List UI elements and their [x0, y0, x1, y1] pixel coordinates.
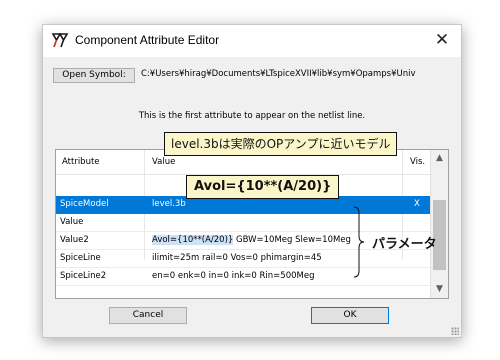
attribute-cell: Value2	[60, 235, 89, 245]
table-row[interactable]: SpiceLine2 en=0 enk=0 in=0 ink=0 Rin=500…	[56, 268, 430, 286]
model-callout: level.3bは実際のOPアンプに近いモデル	[164, 132, 398, 156]
attribute-cell: Value	[60, 217, 84, 227]
window-title: Component Attribute Editor	[75, 33, 220, 47]
value-rest: GBW=10Meg Slew=10Meg	[233, 235, 351, 245]
value-cell[interactable]: ilimit=25m rail=0 Vos=0 phimargin=45	[152, 253, 322, 263]
column-header-value[interactable]: Value	[152, 157, 175, 167]
attribute-cell: SpiceLine	[60, 253, 101, 263]
value-cell[interactable]: en=0 enk=0 in=0 ink=0 Rin=500Meg	[152, 271, 314, 281]
resize-grip-icon[interactable]	[451, 327, 459, 335]
table-row[interactable]: Value	[56, 214, 430, 232]
open-symbol-button[interactable]: Open Symbol:	[53, 68, 135, 83]
avol-highlight: Avol={10**(A/20)}	[152, 235, 234, 245]
column-header-vis[interactable]: Vis.	[410, 157, 425, 167]
attribute-table: Attribute Value Vis. SpiceModel level.3b…	[55, 149, 449, 299]
vis-cell[interactable]: X	[414, 199, 420, 209]
title-bar: Component Attribute Editor ✕	[43, 25, 461, 57]
close-icon[interactable]: ✕	[431, 29, 453, 51]
attribute-cell: SpiceLine2	[60, 271, 107, 281]
info-text: This is the first attribute to appear on…	[138, 111, 366, 121]
symbol-path: C:¥Users¥hirag¥Documents¥LTspiceXVII¥lib…	[141, 69, 416, 79]
vertical-scrollbar[interactable]: ▲ ▼	[430, 150, 448, 298]
column-header-attribute[interactable]: Attribute	[62, 157, 100, 167]
attribute-cell: SpiceModel	[60, 199, 109, 209]
scroll-down-icon[interactable]: ▼	[431, 281, 448, 298]
cancel-button[interactable]: Cancel	[109, 307, 187, 324]
value-cell[interactable]: level.3b	[152, 199, 186, 209]
parameter-label: パラメータ	[372, 237, 437, 252]
ok-button[interactable]: OK	[311, 307, 389, 324]
ltspice-app-icon	[51, 33, 69, 48]
value-cell[interactable]: Avol={10**(A/20)} GBW=10Meg Slew=10Meg	[152, 235, 351, 245]
avol-callout: Avol={10**(A/20)}	[186, 175, 340, 199]
table-row[interactable]: SpiceLine ilimit=25m rail=0 Vos=0 phimar…	[56, 250, 430, 268]
scroll-up-icon[interactable]: ▲	[431, 150, 448, 167]
brace-icon	[353, 206, 365, 278]
